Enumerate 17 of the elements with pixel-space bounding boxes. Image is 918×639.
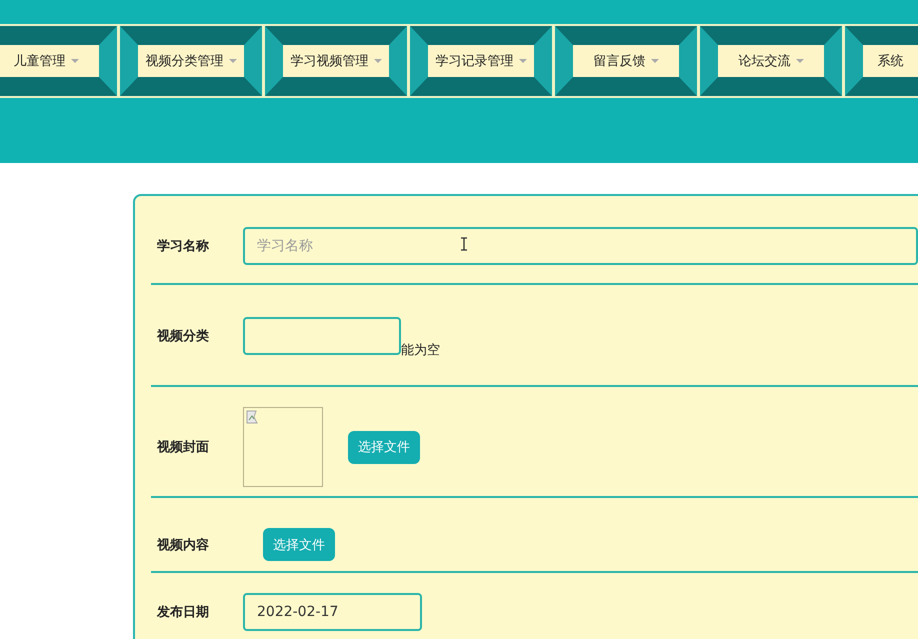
input-field[interactable]: 学习名称 bbox=[243, 227, 918, 265]
input-field[interactable] bbox=[243, 317, 401, 355]
menu-button[interactable]: 学习视频管理 bbox=[283, 45, 389, 77]
field-label: 发布日期 bbox=[156, 604, 210, 621]
menu-button[interactable]: 留言反馈 bbox=[573, 45, 679, 77]
menu-button[interactable]: 系统 bbox=[863, 45, 918, 77]
date-field[interactable]: 2022-02-17 bbox=[243, 593, 422, 631]
field-label: 视频封面 bbox=[156, 439, 210, 456]
field-label: 视频内容 bbox=[156, 536, 210, 554]
menu-button[interactable]: 学习记录管理 bbox=[428, 45, 534, 77]
hint-text: 能为空 bbox=[401, 342, 440, 359]
menu-button[interactable]: 视频分类管理 bbox=[138, 45, 244, 77]
field-label: 视频分类 bbox=[156, 328, 210, 345]
menu-button[interactable]: 论坛交流 bbox=[718, 45, 824, 77]
menu-button[interactable]: 儿童管理 bbox=[0, 45, 99, 77]
field-label: 学习名称 bbox=[156, 238, 210, 255]
text-cursor-icon bbox=[461, 237, 467, 251]
